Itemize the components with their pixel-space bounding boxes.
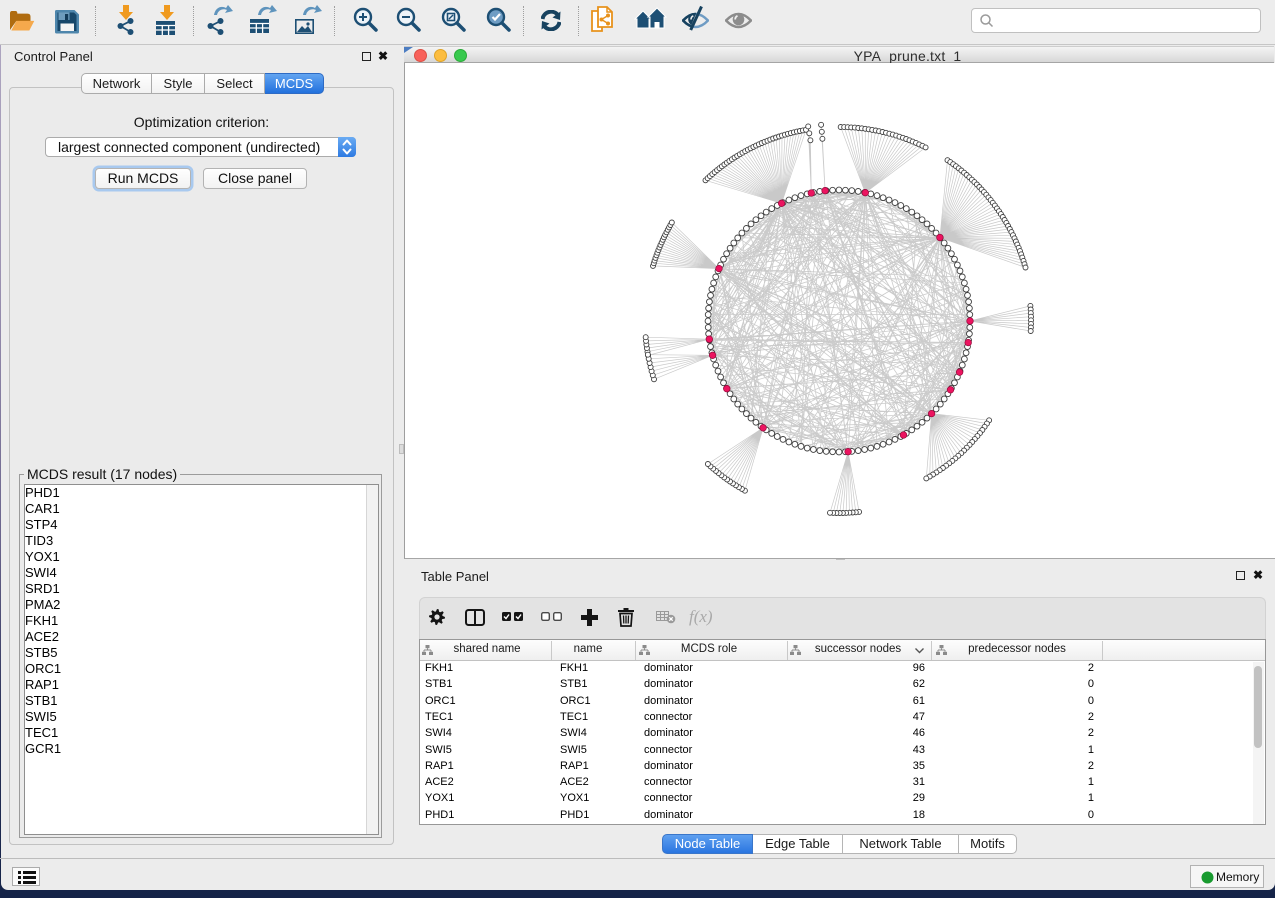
svg-text:f(x): f(x)	[689, 607, 713, 626]
